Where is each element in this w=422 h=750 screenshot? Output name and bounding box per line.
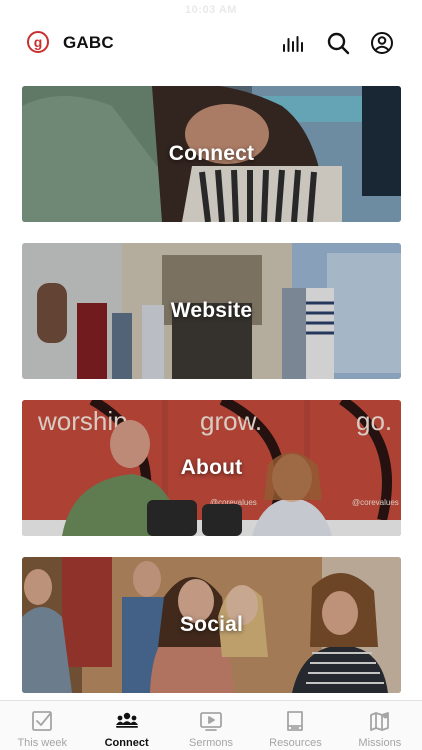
- profile-icon[interactable]: [370, 31, 394, 55]
- status-bar-time: 10:03 AM: [185, 4, 237, 16]
- book-icon: [287, 711, 304, 731]
- app-header: g GABC: [0, 26, 422, 60]
- play-icon: [200, 712, 222, 731]
- map-icon: [369, 712, 389, 731]
- tab-sermons[interactable]: Sermons: [169, 701, 253, 750]
- app-title: GABC: [63, 33, 114, 52]
- audio-bars-icon[interactable]: [281, 31, 305, 55]
- about-card-label: About: [180, 456, 243, 479]
- about-card[interactable]: worship. grow. go. @corevalues @corevalu…: [22, 400, 401, 536]
- connect-card[interactable]: Connect: [22, 86, 401, 222]
- website-card-label: Website: [170, 299, 253, 322]
- social-card[interactable]: Social: [22, 557, 401, 693]
- tab-connect[interactable]: Connect: [84, 701, 168, 750]
- tab-label-sermons: Sermons: [189, 737, 234, 749]
- social-card-label: Social: [179, 613, 244, 636]
- checkbox-icon: [32, 711, 53, 731]
- connect-card-label: Connect: [168, 142, 255, 165]
- menu-card-list: Connect Website worship. grow. go. @core…: [22, 86, 401, 714]
- tab-label-connect: Connect: [104, 737, 149, 749]
- bottom-tab-bar: This week Connect Sermons Resources Miss…: [0, 700, 422, 750]
- tab-resources[interactable]: Resources: [253, 701, 337, 750]
- tab-label-this-week: This week: [17, 737, 67, 749]
- people-icon: [115, 712, 138, 728]
- tab-label-missions: Missions: [358, 737, 402, 749]
- tab-missions[interactable]: Missions: [338, 701, 422, 750]
- church-logo: g: [27, 31, 49, 53]
- tab-label-resources: Resources: [269, 737, 322, 749]
- tab-this-week[interactable]: This week: [0, 701, 84, 750]
- website-card[interactable]: Website: [22, 243, 401, 379]
- search-icon[interactable]: [326, 31, 350, 55]
